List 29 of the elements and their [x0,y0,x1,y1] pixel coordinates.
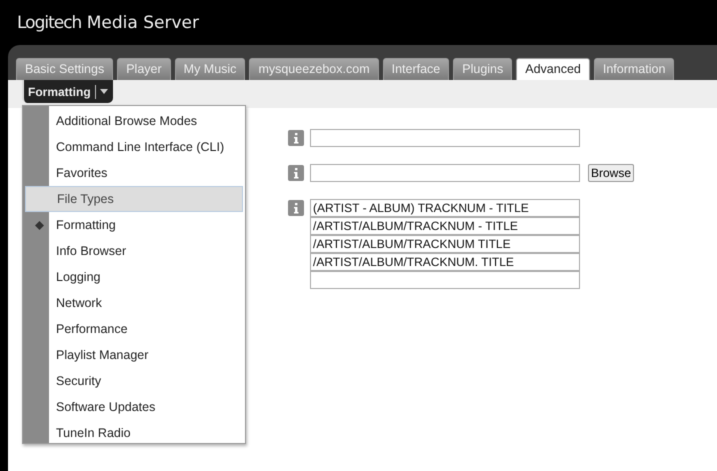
info-icon[interactable] [288,130,304,146]
format-field[interactable]: (ARTIST - ALBUM) TRACKNUM - TITLE [310,199,580,217]
tab[interactable]: Advanced [516,58,590,80]
menu-item[interactable]: Playlist Manager [23,342,245,368]
menu-item[interactable]: File Types [25,186,243,212]
format-field[interactable] [310,271,580,289]
menu-item[interactable]: Logging [23,264,245,290]
format-field[interactable]: /ARTIST/ALBUM/TRACKNUM. TITLE [310,253,580,271]
format-field[interactable]: /ARTIST/ALBUM/TRACKNUM TITLE [310,235,580,253]
browse-button[interactable]: Browse [588,164,634,182]
app-title: Logitech Media Server [17,12,199,32]
menu-item[interactable]: Network [23,290,245,316]
path-field[interactable] [310,164,580,182]
menu-item[interactable]: Favorites [23,160,245,186]
caret-icon [100,89,108,94]
menu-item[interactable]: Command Line Interface (CLI) [23,134,245,160]
menu-item[interactable]: TuneIn Radio [23,420,245,446]
section-dropdown[interactable]: Formatting [22,80,113,103]
menu-item[interactable]: Info Browser [23,238,245,264]
menu-item[interactable]: Software Updates [23,394,245,420]
menu-item[interactable]: Security [23,368,245,394]
info-icon[interactable] [288,200,304,216]
format-field[interactable]: /ARTIST/ALBUM/TRACKNUM - TITLE [310,217,580,235]
bullet-icon [35,220,44,230]
menu-item[interactable]: Additional Browse Modes [23,108,245,134]
info-icon[interactable] [288,165,304,181]
menu-item[interactable]: Formatting [23,212,245,238]
input-field[interactable] [310,129,580,147]
menu-item[interactable]: Performance [23,316,245,342]
